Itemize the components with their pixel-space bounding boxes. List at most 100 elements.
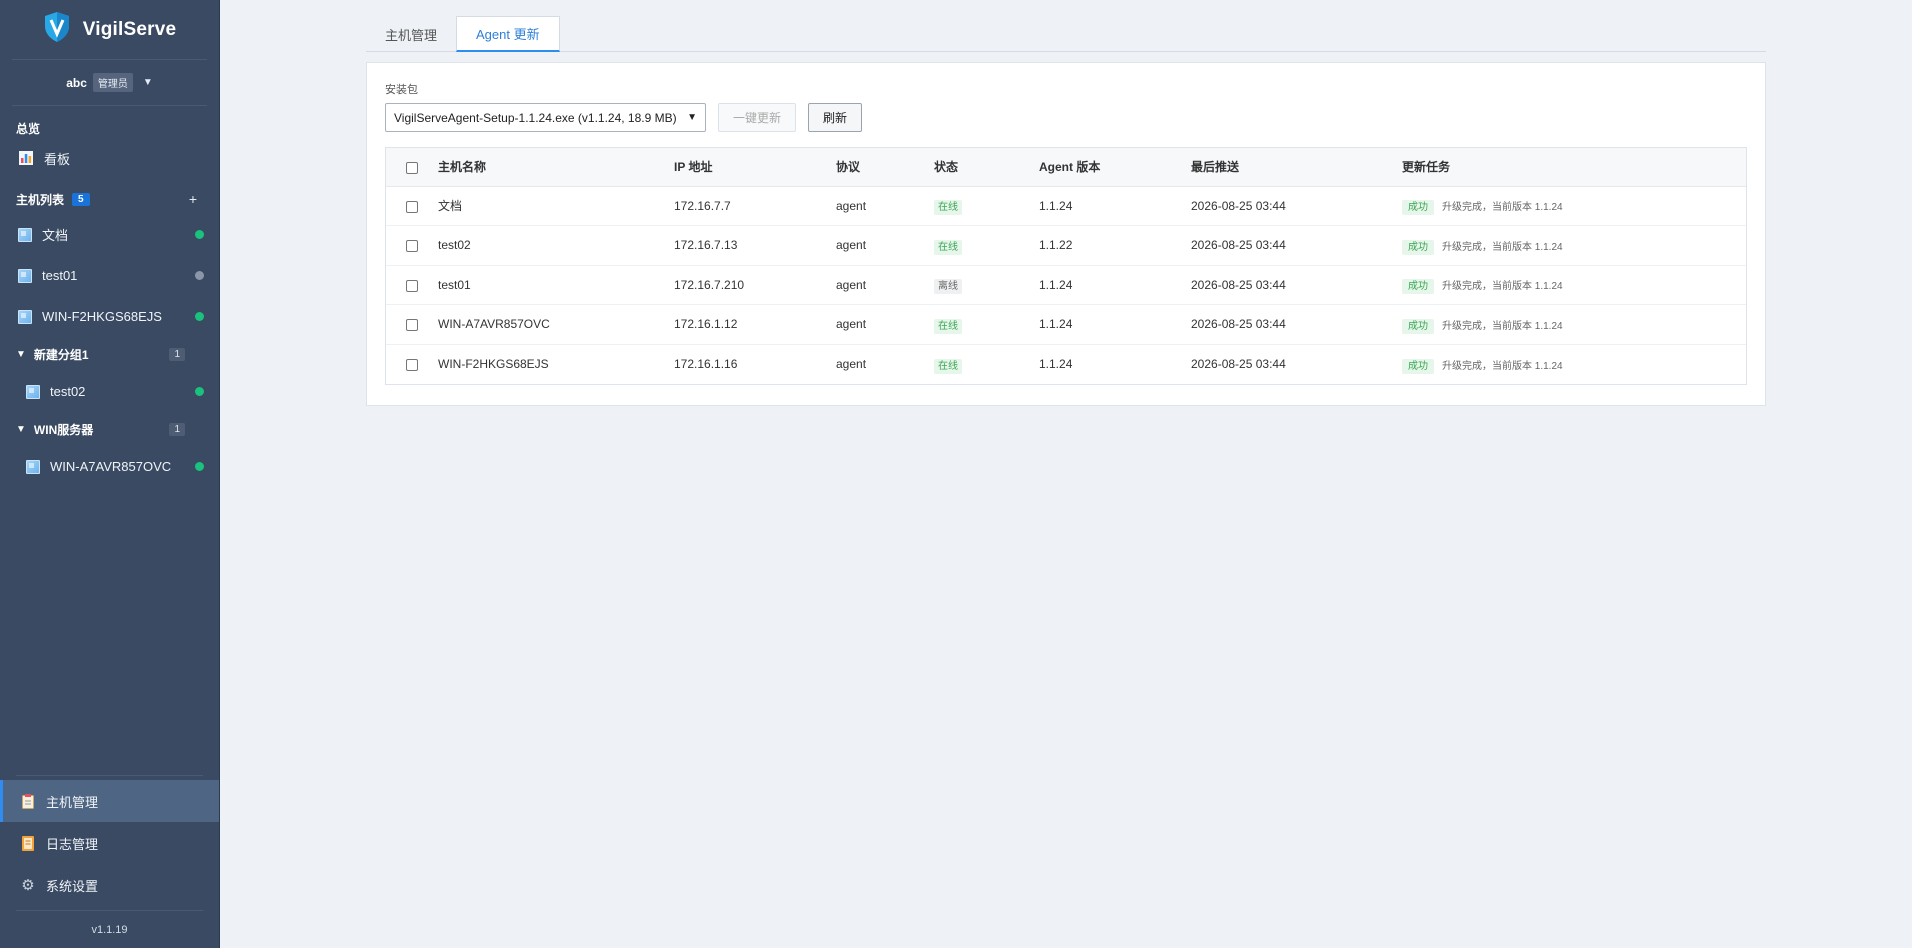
task-text: 升级完成，当前版本 1.1.24 [1442,281,1563,293]
host-icon [18,268,32,283]
host-icon [18,227,32,242]
row-checkbox[interactable] [406,200,418,213]
nav-log-management[interactable]: 日志管理 [0,822,219,864]
group-header[interactable]: ▼ WIN服务器 1 [0,412,219,446]
cell-protocol: agent [836,304,934,345]
book-icon [20,835,36,851]
nav-system-settings-label: 系统设置 [46,878,99,894]
cell-status: 在线 [934,186,1039,226]
cell-status: 离线 [934,265,1039,305]
table-header-row: 主机名称 IP 地址 协议 状态 Agent 版本 最后推送 更新任务 [386,148,1746,187]
cell-last-push: 2026-08-25 03:44 [1191,225,1402,266]
agent-update-panel: 安装包 VigilServeAgent-Setup-1.1.24.exe (v1… [366,62,1766,406]
row-checkbox[interactable] [406,279,418,292]
divider [16,775,203,776]
group-count-badge: 1 [169,422,185,436]
tab-host-management[interactable]: 主机管理 [366,16,456,52]
host-icon [18,309,32,324]
cell-task: 成功 升级完成，当前版本 1.1.24 [1402,265,1746,305]
group-count-badge: 1 [169,347,185,361]
host-list-header: 主机列表 5 + [0,184,219,214]
sidebar-host-item[interactable]: test01 [0,255,219,296]
status-dot [195,230,204,239]
agent-table: 主机名称 IP 地址 协议 状态 Agent 版本 最后推送 更新任务 文档 1… [385,147,1747,385]
host-count-badge: 5 [72,192,90,206]
user-name: abc [66,75,87,90]
cell-ip: 172.16.7.210 [674,265,836,305]
cell-last-push: 2026-08-25 03:44 [1191,304,1402,345]
package-label: 安装包 [385,84,418,96]
triangle-down-icon[interactable]: ▼ [16,424,26,435]
nav-host-management-label: 主机管理 [46,794,99,810]
nav-dashboard[interactable]: 看板 [0,140,219,176]
row-select-cell [386,304,438,345]
bottom-nav: 主机管理 日志管理 ⚙ 系统设置 v1.1.19 [0,775,219,948]
row-checkbox[interactable] [406,240,418,253]
select-all-checkbox[interactable] [406,161,418,174]
col-last-push: 最后推送 [1191,148,1402,187]
col-agent-version: Agent 版本 [1039,148,1191,187]
task-text: 升级完成，当前版本 1.1.24 [1442,202,1563,214]
refresh-button[interactable]: 刷新 [808,103,863,132]
cell-host: test02 [438,225,674,266]
sidebar-host-item[interactable]: WIN-A7AVR857OVC [0,446,219,487]
gear-icon: ⚙ [21,877,35,894]
row-checkbox[interactable] [406,358,418,371]
table-row: 文档 172.16.7.7 agent 在线 1.1.24 2026-08-25… [386,186,1746,226]
brand[interactable]: VigilServe [12,0,207,60]
status-badge: 在线 [934,239,962,255]
cell-task: 成功 升级完成，当前版本 1.1.24 [1402,186,1746,226]
cell-host: test01 [438,265,674,305]
status-dot [195,387,204,396]
cell-task: 成功 升级完成，当前版本 1.1.24 [1402,304,1746,345]
user-menu[interactable]: abc 管理员 ▼ [12,60,207,106]
cell-status: 在线 [934,225,1039,266]
table-row: test01 172.16.7.210 agent 离线 1.1.24 2026… [386,265,1746,305]
col-ip: IP 地址 [674,148,836,187]
group-header[interactable]: ▼ 新建分组1 1 [0,337,219,371]
col-update-task: 更新任务 [1402,148,1746,187]
status-badge: 在线 [934,200,962,216]
add-host-icon[interactable]: + [189,191,197,207]
sidebar-host-name: test02 [50,384,86,399]
cell-version: 1.1.24 [1039,304,1191,345]
row-checkbox[interactable] [406,319,418,332]
sidebar-host-name: WIN-F2HKGS68EJS [42,309,162,324]
cell-host: WIN-A7AVR857OVC [438,304,674,345]
cell-last-push: 2026-08-25 03:44 [1191,186,1402,226]
package-controls: VigilServeAgent-Setup-1.1.24.exe (v1.1.2… [385,103,1747,132]
update-all-button[interactable]: 一键更新 [718,103,797,132]
table-row: test02 172.16.7.13 agent 在线 1.1.22 2026-… [386,225,1746,266]
package-select[interactable]: VigilServeAgent-Setup-1.1.24.exe (v1.1.2… [385,103,706,132]
sidebar-host-item[interactable]: 文档 [0,214,219,255]
cell-protocol: agent [836,186,934,226]
group-name: WIN服务器 [33,422,94,437]
status-dot [195,462,204,471]
app-version: v1.1.19 [16,910,203,948]
nav-host-management[interactable]: 主机管理 [0,780,219,822]
col-status: 状态 [934,148,1039,187]
status-badge: 在线 [934,358,962,374]
sidebar-host-name: test01 [42,268,78,283]
cell-version: 1.1.24 [1039,186,1191,226]
row-select-cell [386,225,438,266]
cell-task: 成功 升级完成，当前版本 1.1.24 [1402,344,1746,384]
task-text: 升级完成，当前版本 1.1.24 [1442,241,1563,253]
cell-last-push: 2026-08-25 03:44 [1191,265,1402,305]
task-text: 升级完成，当前版本 1.1.24 [1442,360,1563,372]
sidebar-host-item[interactable]: WIN-F2HKGS68EJS [0,296,219,337]
tab-agent-update[interactable]: Agent 更新 [456,16,560,52]
nav-system-settings[interactable]: ⚙ 系统设置 [0,864,219,906]
cell-version: 1.1.24 [1039,265,1191,305]
sidebar-host-item[interactable]: test02 [0,371,219,412]
table-row: WIN-F2HKGS68EJS 172.16.1.16 agent 在线 1.1… [386,344,1746,384]
cell-last-push: 2026-08-25 03:44 [1191,357,1286,371]
status-dot [195,271,204,280]
caret-down-icon[interactable]: ▼ [143,77,153,88]
cell-protocol: agent [836,265,934,305]
triangle-down-icon[interactable]: ▼ [16,349,26,360]
group-name: 新建分组1 [33,347,89,362]
bar-chart-icon [18,150,34,166]
cell-host: WIN-F2HKGS68EJS [438,357,549,371]
task-status-badge: 成功 [1402,239,1434,255]
